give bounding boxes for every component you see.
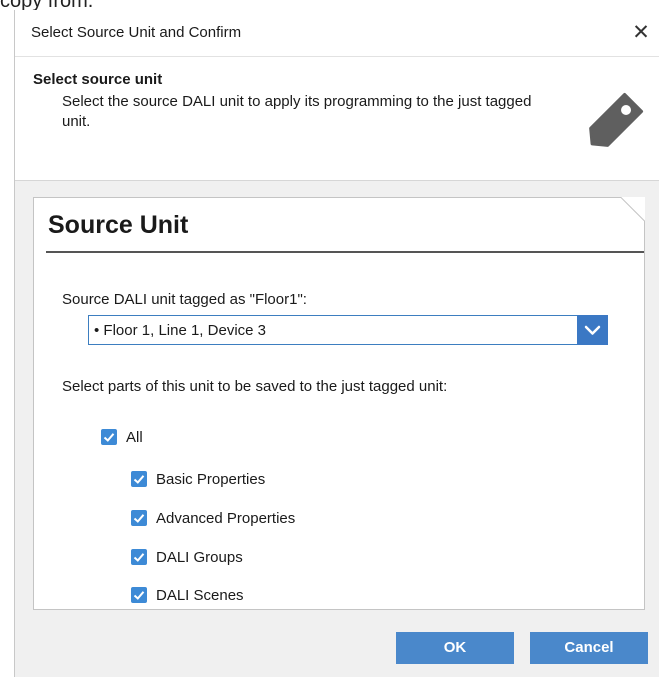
dropdown-button[interactable] xyxy=(577,315,608,345)
header-panel: Select source unit Select the source DAL… xyxy=(15,56,659,181)
checkbox-label: DALI Scenes xyxy=(156,587,244,604)
tag-icon xyxy=(589,92,644,147)
header-title: Select source unit xyxy=(33,71,163,88)
checkbox-label: DALI Groups xyxy=(156,549,243,566)
checkbox-label: Advanced Properties xyxy=(156,510,296,527)
select-source-unit-dialog: Select Source Unit and Confirm ✕ Select … xyxy=(14,10,659,677)
chevron-down-icon xyxy=(584,325,601,335)
header-description: Select the source DALI unit to apply its… xyxy=(62,93,532,130)
checkbox-label: Basic Properties xyxy=(156,471,266,488)
cancel-button[interactable]: Cancel xyxy=(530,632,648,664)
parts-label: Select parts of this unit to be saved to… xyxy=(62,378,448,395)
card-title: Source Unit xyxy=(48,211,189,239)
title-bar: Select Source Unit and Confirm ✕ xyxy=(15,10,659,56)
ok-button[interactable]: OK xyxy=(396,632,514,664)
source-unit-select[interactable]: • Floor 1, Line 1, Device 3 xyxy=(88,315,608,345)
checkbox-checked-icon[interactable] xyxy=(131,587,147,603)
close-icon[interactable]: ✕ xyxy=(627,19,655,47)
checkbox-checked-icon[interactable] xyxy=(101,429,117,445)
checkbox-checked-icon[interactable] xyxy=(131,549,147,565)
card-border xyxy=(33,197,645,610)
source-unit-label: Source DALI unit tagged as "Floor1": xyxy=(62,291,307,308)
dialog-title: Select Source Unit and Confirm xyxy=(31,24,242,41)
checkbox-checked-icon[interactable] xyxy=(131,471,147,487)
source-unit-card: Source Unit Source DALI unit tagged as "… xyxy=(33,197,645,610)
title-divider xyxy=(46,251,644,253)
checkbox-label: All xyxy=(126,429,143,446)
source-unit-select-value: • Floor 1, Line 1, Device 3 xyxy=(94,322,267,339)
checkbox-checked-icon[interactable] xyxy=(131,510,147,526)
